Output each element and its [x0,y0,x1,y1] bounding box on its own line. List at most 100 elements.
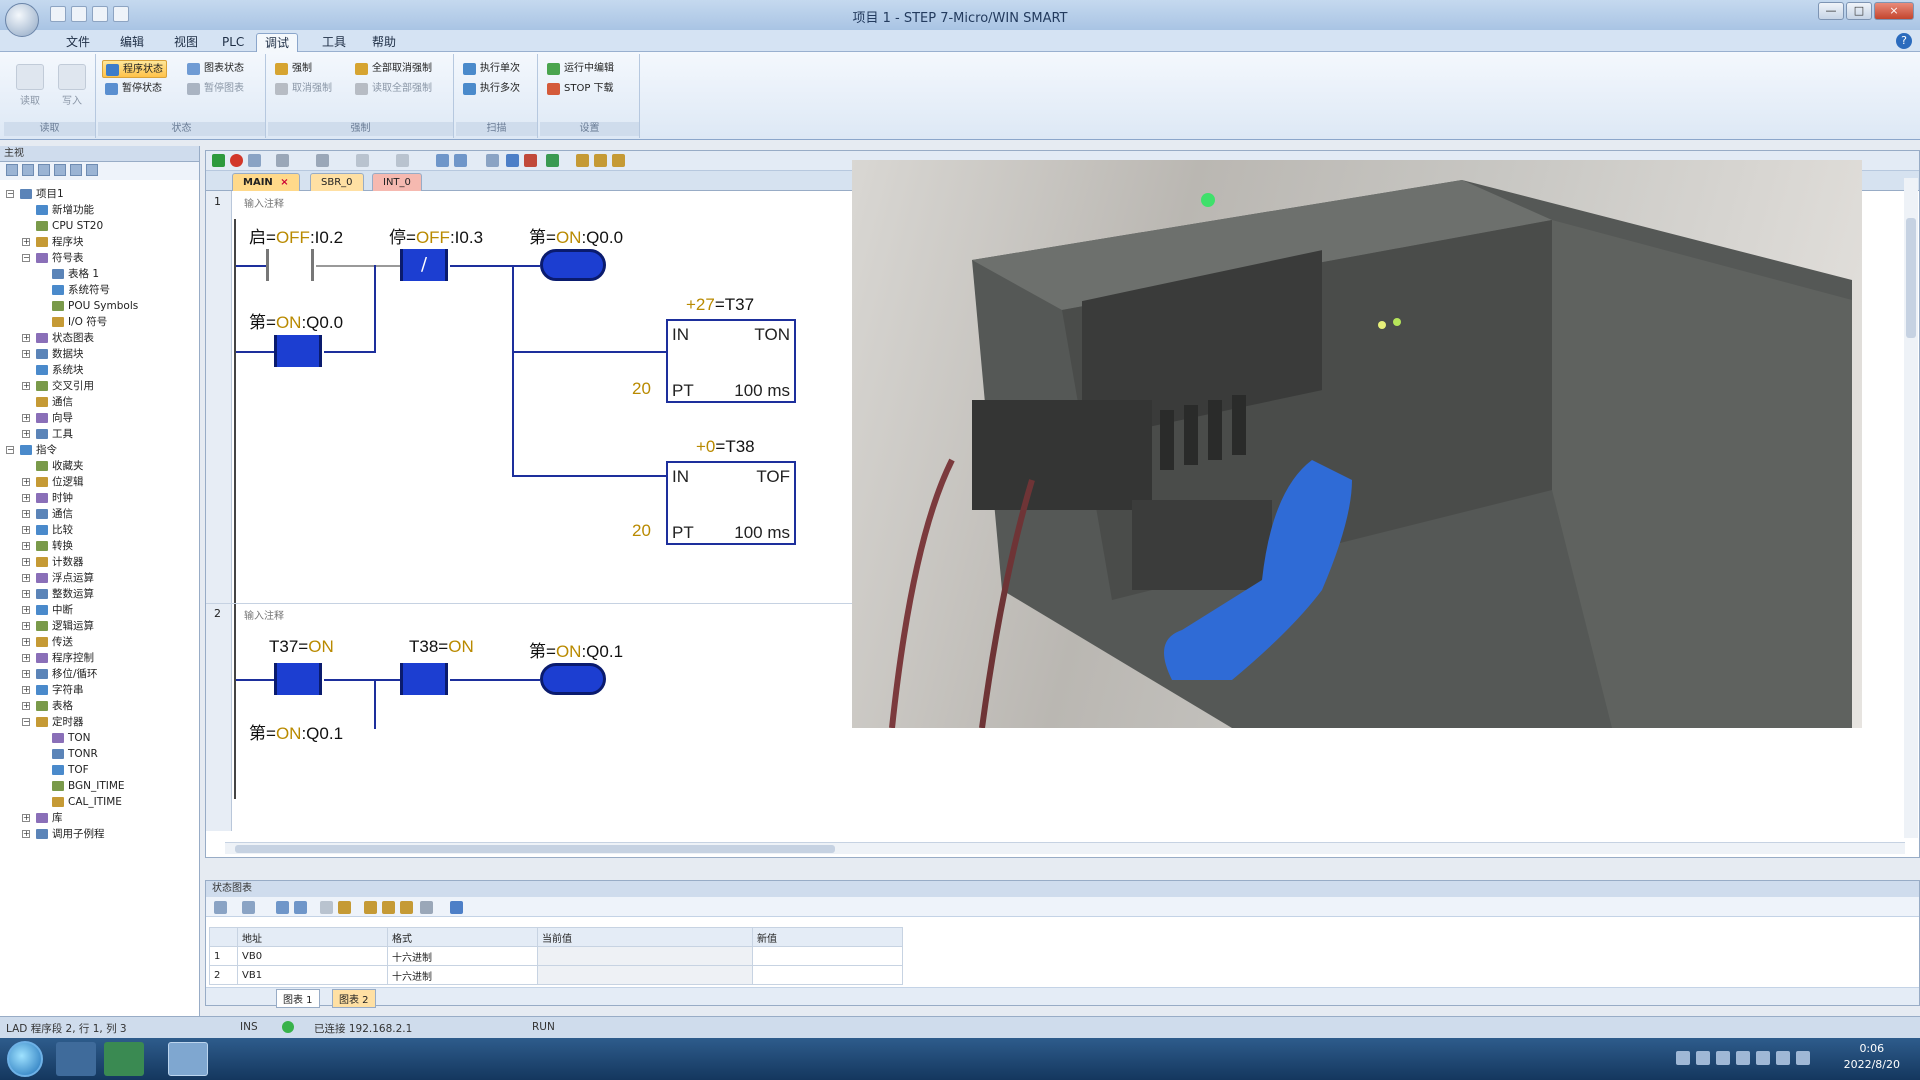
apps-icon[interactable] [56,1042,96,1076]
tree-expander-icon[interactable]: + [22,638,30,646]
tree-item[interactable]: + 整数运算 [0,586,198,602]
tree-expander-icon[interactable]: + [22,382,30,390]
menu-plc[interactable]: PLC [214,33,252,52]
tree-item[interactable]: TON [0,730,198,746]
clock[interactable]: 0:06 2022/8/20 [1844,1041,1900,1073]
tree-expander-icon[interactable]: + [22,510,30,518]
tree-item[interactable]: CPU ST20 [0,218,198,234]
tree-item[interactable]: 表格 1 [0,266,198,282]
unforce-button[interactable]: 取消强制 [272,80,335,98]
tree-item[interactable]: − 符号表 [0,250,198,266]
chart-tool-icon[interactable] [320,901,333,914]
tree-expander-icon[interactable]: + [22,574,30,582]
upload-icon[interactable] [276,154,289,167]
tree-expander-icon[interactable]: + [22,814,30,822]
new-value-cell[interactable] [752,946,903,966]
tree-item[interactable]: 通信 [0,394,198,410]
tree-item[interactable]: + 浮点运算 [0,570,198,586]
editor-vertical-scrollbar[interactable] [1904,178,1918,838]
tree-expander-icon[interactable]: + [22,590,30,598]
tree-item[interactable]: BGN_ITIME [0,778,198,794]
menu-view[interactable]: 视图 [166,33,206,52]
tree-expander-icon[interactable]: − [22,254,30,262]
tray-icon[interactable] [1676,1051,1690,1065]
tree-item[interactable]: + 状态图表 [0,330,198,346]
chart-tool-icon[interactable] [294,901,307,914]
tree-item[interactable]: − 指令 [0,442,198,458]
coil-q00[interactable] [540,249,606,281]
timer-t37-box[interactable]: IN TON PT 100 ms [666,319,796,403]
tree-item[interactable]: + 位逻辑 [0,474,198,490]
tree-expander-icon[interactable]: + [22,686,30,694]
single-scan-button[interactable]: 执行单次 [460,60,523,78]
tree-item[interactable]: TONR [0,746,198,762]
tray-icon[interactable] [1756,1051,1770,1065]
tree-expander-icon[interactable]: + [22,430,30,438]
tree-expander-icon[interactable]: + [22,334,30,342]
contact-t38[interactable] [400,663,448,695]
table-row[interactable]: 2 VB1 十六进制 [209,965,903,985]
bookmark-icon[interactable] [486,154,499,167]
sheet-tab-1[interactable]: 图表 1 [276,989,320,1008]
tree-item[interactable]: + 向导 [0,410,198,426]
tree-item[interactable]: + 时钟 [0,490,198,506]
tree-expander-icon[interactable]: + [22,526,30,534]
chart-tool-icon[interactable] [338,901,351,914]
chart-status-button[interactable]: 图表状态 [184,60,247,78]
unforce-all-button[interactable]: 全部取消强制 [352,60,435,78]
tree-expander-icon[interactable]: − [22,718,30,726]
tree-item[interactable]: 系统符号 [0,282,198,298]
timer-t37-pt[interactable]: 20 [632,379,651,399]
tree-item[interactable]: + 程序控制 [0,650,198,666]
chart-tool-icon[interactable] [276,901,289,914]
sheet-tab-2[interactable]: 图表 2 [332,989,376,1008]
contact-start[interactable] [266,249,314,281]
close-tab-icon[interactable]: × [280,177,288,188]
tree-tool-icon[interactable] [86,164,98,176]
tree-item[interactable]: + 程序块 [0,234,198,250]
timer-t38-box[interactable]: IN TOF PT 100 ms [666,461,796,545]
pause-status-button[interactable]: 暂停状态 [102,80,165,98]
tree-item[interactable]: − 定时器 [0,714,198,730]
tree-tool-icon[interactable] [38,164,50,176]
address-cell[interactable]: VB1 [237,965,388,985]
tab-sbr0[interactable]: SBR_0 [310,173,364,191]
tree-item[interactable]: + 库 [0,810,198,826]
menu-debug[interactable]: 调试 [256,33,299,52]
tree-item[interactable]: + 比较 [0,522,198,538]
address-header[interactable]: 地址 [237,927,388,947]
tray-icon[interactable] [1696,1051,1710,1065]
format-cell[interactable]: 十六进制 [387,946,538,966]
tab-int0[interactable]: INT_0 [372,173,422,191]
explorer-icon[interactable] [104,1042,144,1076]
tree-expander-icon[interactable]: + [22,654,30,662]
chart-tool-icon[interactable] [382,901,395,914]
contact-t37[interactable] [274,663,322,695]
tree-item[interactable]: + 中断 [0,602,198,618]
program-status-icon[interactable] [436,154,449,167]
help-icon[interactable]: ? [1896,33,1912,49]
tree-tool-icon[interactable] [6,164,18,176]
symbol-icon[interactable] [546,154,559,167]
tree-expander-icon[interactable]: + [22,494,30,502]
chart-tool-icon[interactable] [400,901,413,914]
tree-item[interactable]: POU Symbols [0,298,198,314]
pause-chart-button[interactable]: 暂停图表 [184,80,247,98]
tree-item[interactable]: 系统块 [0,362,198,378]
tray-icon[interactable] [1716,1051,1730,1065]
tree-tool-icon[interactable] [70,164,82,176]
tree-expander-icon[interactable]: + [22,542,30,550]
box-icon[interactable] [612,154,625,167]
chart-tool-icon[interactable] [450,901,463,914]
pause-status-icon[interactable] [454,154,467,167]
app-menu-button[interactable] [5,3,39,37]
tree-expander-icon[interactable]: + [22,558,30,566]
network-comment[interactable]: 输入注释 [244,607,284,622]
tab-main[interactable]: MAIN × [232,173,300,191]
timer-t38-pt[interactable]: 20 [632,521,651,541]
tree-item[interactable]: + 移位/循环 [0,666,198,682]
tray-icon[interactable] [1776,1051,1790,1065]
network-comment[interactable]: 输入注释 [244,195,284,210]
chart-tool-icon[interactable] [364,901,377,914]
program-status-button[interactable]: 程序状态 [102,60,167,78]
